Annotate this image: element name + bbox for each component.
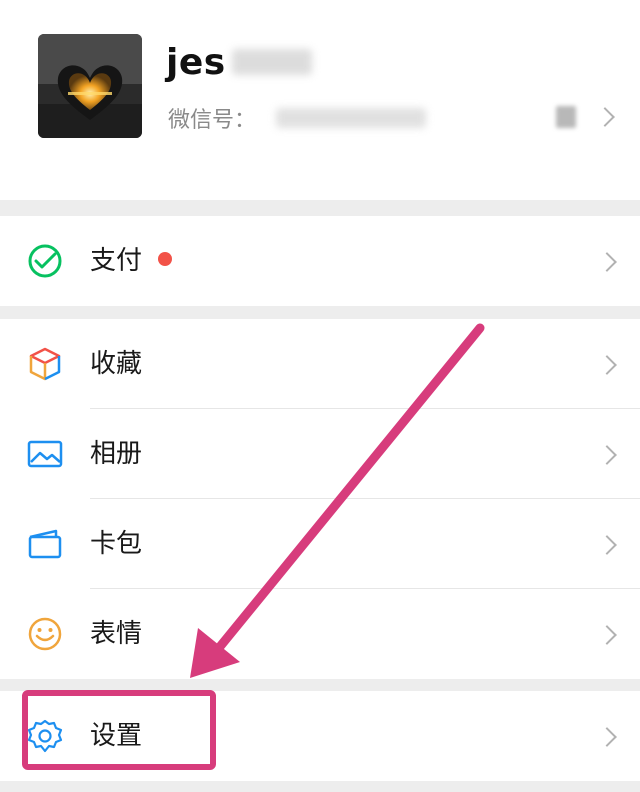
wechat-id-redaction: [276, 108, 427, 128]
wallet-card-icon: [26, 525, 64, 563]
pay-label: 支付: [90, 246, 143, 276]
chevron-right-icon: [595, 107, 615, 127]
menu-item-pay[interactable]: 支付: [0, 216, 640, 306]
menu-item-cards[interactable]: 卡包: [0, 499, 640, 589]
qr-code-icon[interactable]: [556, 106, 576, 128]
wechat-id-label: 微信号：: [168, 108, 257, 133]
album-label: 相册: [90, 439, 143, 469]
menu-item-favorites[interactable]: 收藏: [0, 319, 640, 409]
annotation-highlight-box: [22, 690, 216, 770]
pay-section: 支付: [0, 216, 640, 306]
me-page: jes 微信号： 支付 收藏 相册 卡包 表情 设置: [0, 0, 640, 792]
notification-dot: [158, 252, 172, 266]
nickname: jes: [166, 41, 226, 83]
chevron-right-icon: [597, 355, 617, 375]
chevron-right-icon: [597, 625, 617, 645]
menu-item-album[interactable]: 相册: [0, 409, 640, 499]
chevron-right-icon: [597, 535, 617, 555]
favorites-label: 收藏: [90, 349, 143, 379]
chevron-right-icon: [597, 445, 617, 465]
menu-item-stickers[interactable]: 表情: [0, 589, 640, 679]
smiley-icon: [26, 615, 64, 653]
nickname-row: jes: [166, 38, 312, 86]
stickers-label: 表情: [90, 619, 143, 649]
nickname-redaction: [231, 49, 312, 75]
cube-icon: [26, 345, 64, 383]
avatar[interactable]: [38, 34, 142, 138]
picture-icon: [26, 435, 64, 473]
profile-card[interactable]: jes 微信号：: [0, 0, 640, 200]
wechat-id-row: 微信号：: [168, 98, 427, 138]
chevron-right-icon: [597, 727, 617, 747]
chevron-right-icon: [597, 252, 617, 272]
wechat-pay-icon: [26, 242, 64, 280]
cards-label: 卡包: [90, 529, 143, 559]
menu-section: 收藏 相册 卡包 表情: [0, 319, 640, 679]
